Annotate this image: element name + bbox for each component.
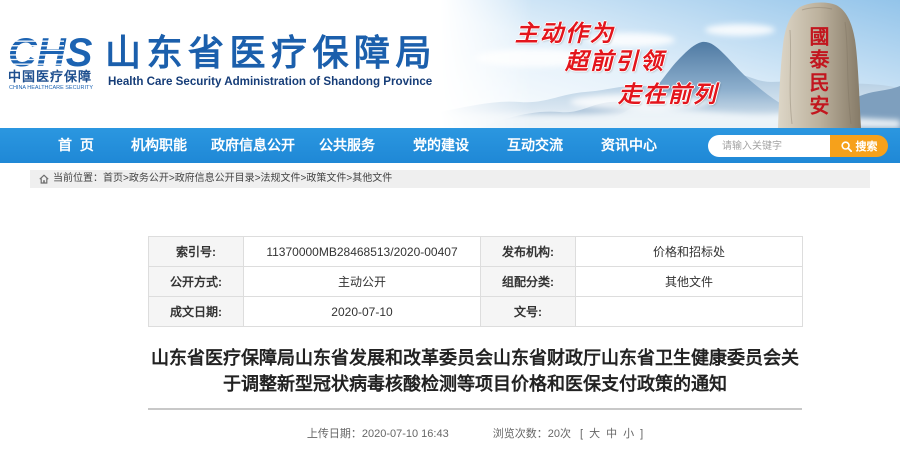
- banner-slogan-2: 超前引领: [565, 49, 665, 75]
- logo-stripes: [6, 34, 64, 67]
- category-label: 组配分类:: [480, 266, 576, 297]
- logo-english-name: CHINA HEALTHCARE SECURITY: [9, 85, 94, 91]
- home-icon: [39, 174, 49, 184]
- nav-item-organization[interactable]: 机构职能: [112, 128, 206, 163]
- document-info-table: 索引号: 11370000MB28468513/2020-00407 发布机构:…: [148, 236, 803, 327]
- nav-item-information-disclosure[interactable]: 政府信息公开: [206, 128, 300, 163]
- breadcrumb: 当前位置： 首页 > 政务公开 > 政府信息公开目录 > 法规文件 > 政策文件…: [30, 170, 870, 188]
- search-bar: 搜索: [708, 135, 888, 157]
- upload-date-info: 上传日期：2020-07-10 16:43: [307, 427, 449, 441]
- title-divider: [148, 408, 802, 410]
- table-row: 索引号: 11370000MB28468513/2020-00407 发布机构:…: [148, 236, 803, 267]
- article-title: 山东省医疗保障局山东省发展和改革委员会山东省财政厅山东省卫生健康委员会关于调整新…: [151, 348, 799, 394]
- banner-slogan-3: 走在前列: [618, 82, 718, 108]
- breadcrumb-item-home[interactable]: 首页: [103, 170, 123, 188]
- site-title[interactable]: 山东省医疗保障局: [105, 34, 437, 74]
- view-count-value: 20次: [547, 428, 571, 440]
- breadcrumb-item-disclosure-catalog[interactable]: 政府信息公开目录: [175, 170, 255, 188]
- site-header: CHS 中国医疗保障 CHINA HEALTHCARE SECURITY 山东省…: [0, 0, 900, 128]
- search-button-label: 搜索: [855, 141, 878, 153]
- index-number-value: 11370000MB28468513/2020-00407: [243, 236, 481, 267]
- publisher-value: 价格和招标处: [575, 236, 803, 267]
- publisher-label: 发布机构:: [480, 236, 576, 267]
- written-date-label: 成文日期:: [148, 296, 244, 327]
- breadcrumb-item-policy-documents[interactable]: 政策文件: [306, 170, 346, 188]
- banner-image: [440, 0, 900, 128]
- written-date-value: 2020-07-10: [243, 296, 481, 327]
- view-count-info: 浏览次数：20次 [ 大中小]: [493, 427, 643, 441]
- stone-inscription: 國泰民安: [806, 26, 830, 118]
- table-row: 公开方式: 主动公开 组配分类: 其他文件: [148, 266, 803, 297]
- breadcrumb-item-regulations[interactable]: 法规文件: [261, 170, 301, 188]
- search-input[interactable]: [708, 135, 830, 157]
- breadcrumb-item-other-documents[interactable]: 其他文件: [352, 170, 392, 188]
- search-button[interactable]: 搜索: [830, 135, 888, 157]
- index-number-label: 索引号:: [148, 236, 244, 267]
- table-row: 成文日期: 2020-07-10 文号:: [148, 296, 803, 327]
- banner-slogan-1: 主动作为: [515, 21, 615, 47]
- font-size-large[interactable]: 大: [589, 428, 600, 440]
- nav-item-news-center[interactable]: 资讯中心: [582, 128, 676, 163]
- font-size-small[interactable]: 小: [623, 428, 634, 440]
- nav-item-party-building[interactable]: 党的建设: [394, 128, 488, 163]
- site-subtitle: Health Care Security Administration of S…: [108, 75, 433, 88]
- article-meta: 上传日期：2020-07-10 16:43 浏览次数：20次 [ 大中小]: [148, 427, 802, 441]
- nav-item-public-service[interactable]: 公共服务: [300, 128, 394, 163]
- font-size-bracket-close: ]: [640, 428, 644, 440]
- font-size-medium[interactable]: 中: [606, 428, 617, 440]
- view-count-label: 浏览次数：: [492, 428, 548, 440]
- document-number-value: [575, 296, 803, 327]
- main-nav: 首 页 机构职能 政府信息公开 公共服务 党的建设 互动交流 资讯中心 搜索: [0, 128, 900, 163]
- font-size-bracket-open: [: [580, 428, 584, 440]
- disclosure-method-label: 公开方式:: [148, 266, 244, 297]
- search-icon: [840, 140, 852, 152]
- document-number-label: 文号:: [480, 296, 576, 327]
- breadcrumb-label: 当前位置：: [53, 173, 103, 184]
- chs-logo[interactable]: CHS 中国医疗保障 CHINA HEALTHCARE SECURITY: [6, 28, 102, 92]
- breadcrumb-item-government-affairs[interactable]: 政务公开: [129, 170, 169, 188]
- category-value: 其他文件: [575, 266, 803, 297]
- nav-item-home[interactable]: 首 页: [40, 128, 112, 163]
- logo-chinese-name: 中国医疗保障: [8, 69, 92, 85]
- upload-date-value: 2020-07-10 16:43: [361, 428, 449, 440]
- disclosure-method-value: 主动公开: [243, 266, 481, 297]
- upload-date-label: 上传日期：: [306, 428, 362, 440]
- nav-item-interaction[interactable]: 互动交流: [488, 128, 582, 163]
